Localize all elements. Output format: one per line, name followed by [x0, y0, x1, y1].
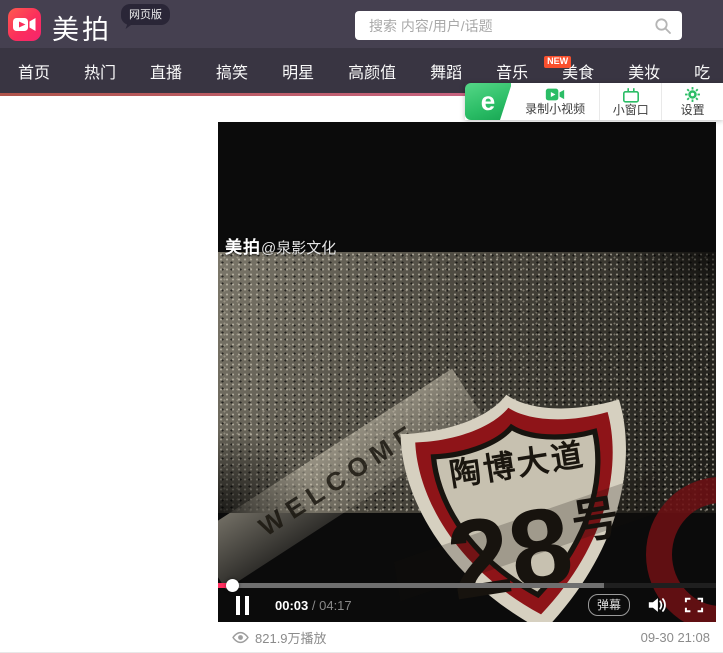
danmaku-toggle[interactable]: 弹幕: [588, 594, 630, 616]
browser-plugin-toolbar: e 录制小视频 小窗口: [465, 83, 723, 120]
mini-window-label: 小窗口: [613, 104, 649, 118]
nav-item-food[interactable]: NEW 美食: [562, 59, 594, 83]
tv-window-icon: [622, 87, 640, 103]
nav-item-live[interactable]: 直播: [150, 59, 182, 83]
view-count: 821.9万播放: [232, 628, 327, 647]
view-count-text: 821.9万播放: [255, 628, 327, 647]
frame-vignette: [218, 252, 716, 513]
video-info-row: 821.9万播放 09-30 21:08: [218, 622, 716, 652]
video-watermark: 美拍@泉影文化: [225, 233, 336, 258]
search-input[interactable]: [355, 18, 654, 34]
duration: 04:17: [319, 598, 352, 613]
nav-item-beauty-looks[interactable]: 高颜值: [348, 59, 396, 83]
nav-item-stars[interactable]: 明星: [282, 59, 314, 83]
nav-item-dance[interactable]: 舞蹈: [430, 59, 462, 83]
record-video-button[interactable]: 录制小视频: [511, 83, 600, 120]
nav-item-eat[interactable]: 吃: [694, 59, 710, 83]
nav-item-music[interactable]: 音乐: [496, 59, 528, 83]
camcorder-logo-glyph: [8, 8, 41, 41]
record-video-label: 录制小视频: [525, 103, 585, 117]
volume-icon[interactable]: [646, 595, 668, 615]
fullscreen-icon[interactable]: [684, 596, 704, 614]
camcorder-icon: [545, 87, 565, 102]
nav-item-hot[interactable]: 热门: [84, 59, 116, 83]
mini-window-button[interactable]: 小窗口: [600, 83, 662, 120]
settings-label: 设置: [681, 104, 705, 118]
video-frame: WELCOME 陶博大道 28 号: [218, 252, 716, 513]
video-player[interactable]: WELCOME 陶博大道 28 号 美拍@泉影文化 00:03 / 04:17 …: [218, 122, 716, 622]
brand-title: 美拍: [52, 8, 112, 47]
watermark-account: @泉影文化: [261, 240, 336, 257]
eye-icon: [232, 631, 249, 644]
search-box[interactable]: [355, 11, 682, 40]
header: 美拍 网页版: [0, 0, 723, 48]
nav-item-home[interactable]: 首页: [18, 59, 50, 83]
settings-button[interactable]: 设置: [662, 83, 723, 120]
player-controls: 00:03 / 04:17 弹幕: [218, 588, 716, 622]
current-time: 00:03: [275, 598, 308, 613]
watermark-brand: 美拍: [225, 238, 261, 257]
nav-item-makeup[interactable]: 美妆: [628, 59, 660, 83]
plugin-panel: 录制小视频 小窗口 设置: [511, 83, 723, 120]
plugin-logo[interactable]: e: [465, 83, 511, 120]
plugin-e-icon: e: [481, 88, 495, 114]
new-badge: NEW: [544, 56, 571, 68]
search-icon[interactable]: [654, 17, 672, 35]
meipai-logo-icon[interactable]: [8, 8, 41, 41]
pause-button[interactable]: [236, 596, 249, 615]
publish-timestamp: 09-30 21:08: [641, 630, 710, 645]
web-version-badge: 网页版: [121, 4, 170, 25]
gear-icon: [684, 86, 701, 103]
time-display: 00:03 / 04:17: [275, 598, 352, 613]
nav-item-funny[interactable]: 搞笑: [216, 59, 248, 83]
